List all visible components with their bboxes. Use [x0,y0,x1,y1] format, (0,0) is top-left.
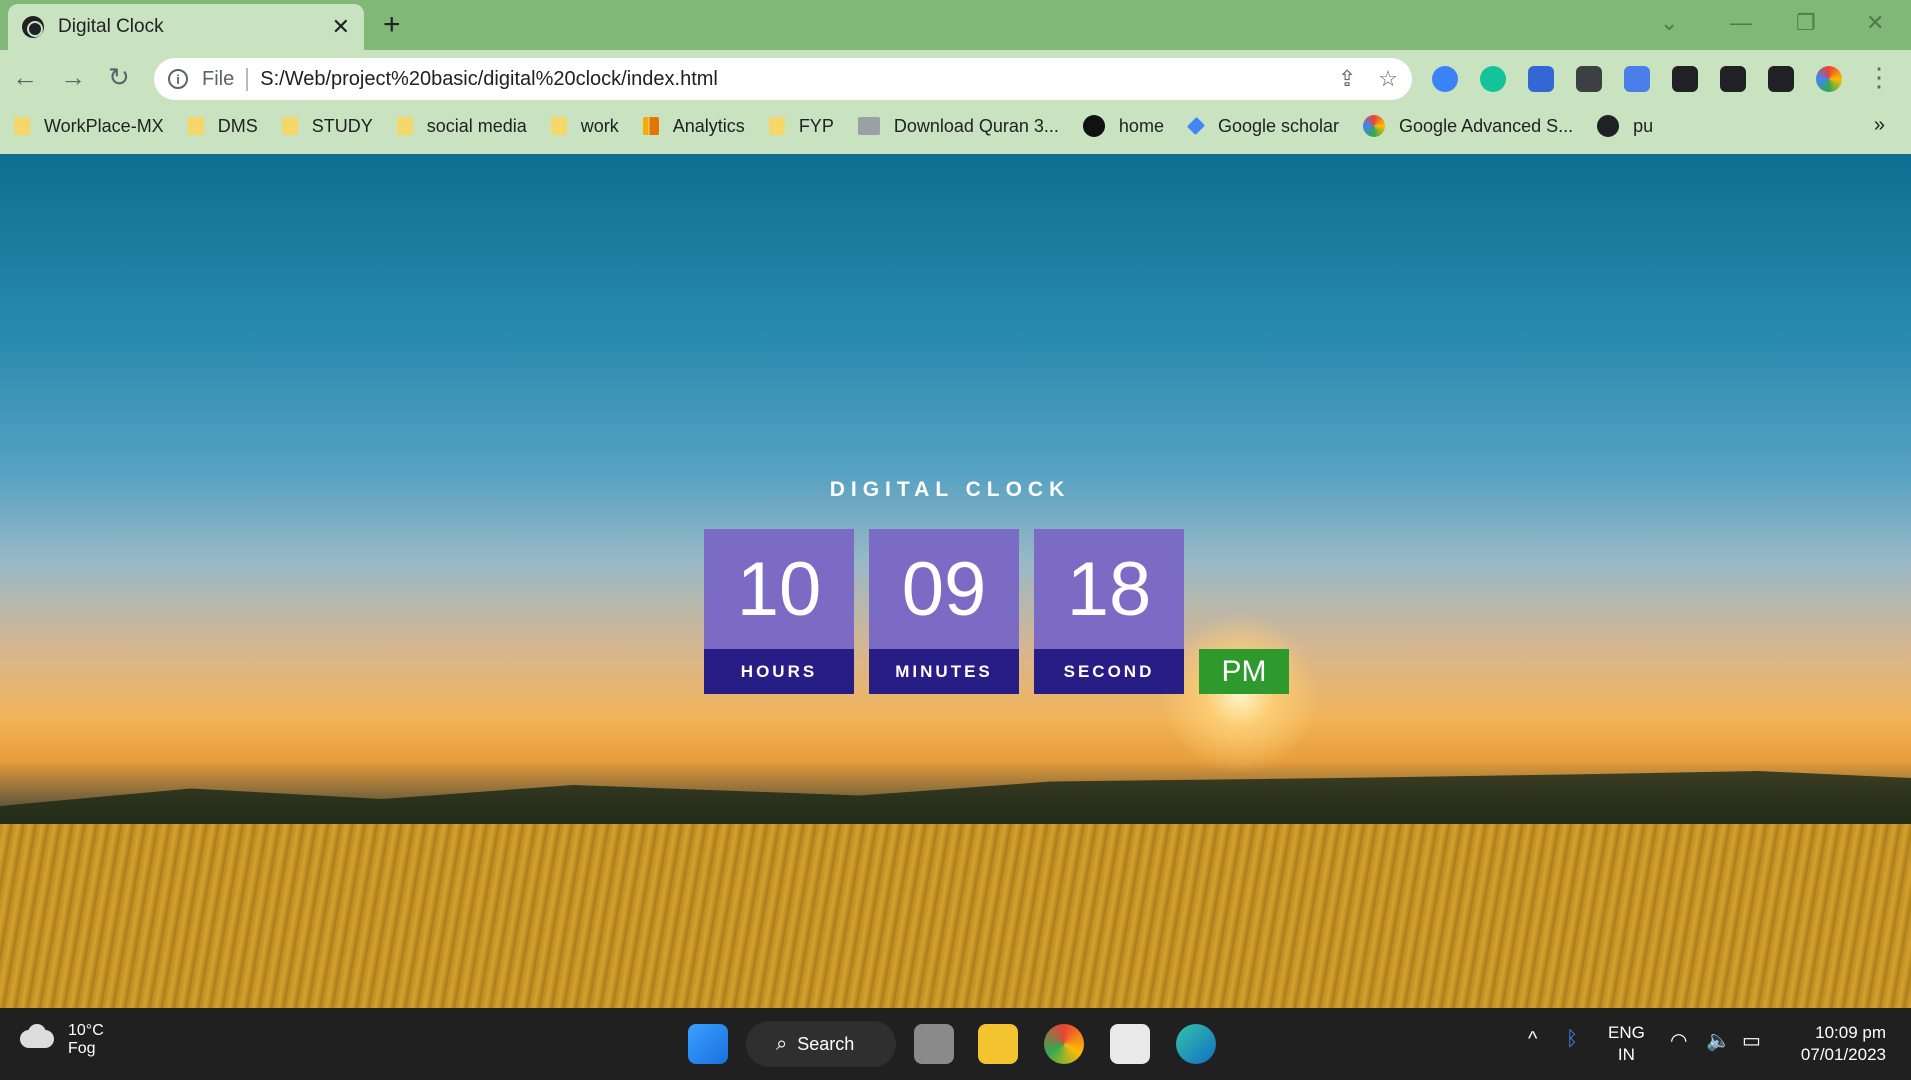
start-windows-icon[interactable] [688,1024,728,1064]
bookmarks-bar: WorkPlace-MX DMS STUDY social media work… [0,106,1911,146]
taskbar-search[interactable]: ⌕ Search [746,1021,896,1067]
google-icon [1363,115,1386,137]
side-panel-icon[interactable] [1768,66,1794,92]
scheme-label: File [202,67,249,91]
clock-title: DIGITAL CLOCK [829,478,1071,501]
menu-kebab-icon[interactable]: ⋮ [1866,62,1892,93]
close-window-icon[interactable]: ✕ [1866,10,1884,36]
info-icon[interactable]: i [168,69,188,89]
grammarly-icon[interactable] [1480,66,1506,92]
extensions-puzzle-icon[interactable] [1672,66,1698,92]
bookmark-item[interactable]: DMS [187,116,258,137]
close-tab-icon[interactable]: ✕ [332,14,350,40]
tab-strip: Digital Clock ✕ + ⌄ — ❐ ✕ [0,0,1911,50]
home-site-icon [1082,115,1105,137]
taskbar: 10°C Fog ⌕ Search ^ ᛒ ENG IN ◠ 🔈 ▭ 10:09… [0,1008,1911,1080]
bookmark-item[interactable]: Analytics [642,116,745,137]
bookmark-item[interactable]: FYP [768,116,834,137]
clock-date-area[interactable]: 10:09 pm 07/01/2023 [1786,1022,1886,1066]
tab-search-icon[interactable]: ⌄ [1660,10,1678,36]
bookmarks-overflow-button[interactable]: » [1874,114,1885,137]
back-arrow-icon[interactable]: ← [12,62,38,93]
weather-desc: Fog [68,1040,96,1057]
share-icon[interactable]: ⇪ [1338,66,1356,92]
chevron-up-icon[interactable]: ^ [1528,1028,1537,1051]
active-tab[interactable]: Digital Clock ✕ [8,4,364,50]
new-tab-button[interactable]: + [383,8,401,42]
profile-avatar-icon[interactable] [1816,66,1842,92]
folder-icon [14,117,30,135]
folder-icon [187,117,204,135]
search-icon: ⌕ [776,1032,788,1055]
sun-glow [1160,614,1320,774]
edge-icon[interactable] [1176,1024,1216,1064]
minutes-value: 09 [869,529,1019,649]
hours-label: HOURS [704,649,854,694]
taskbar-date: 07/01/2023 [1800,1045,1886,1064]
minutes-label: MINUTES [869,649,1019,694]
folder-icon [768,117,785,135]
address-bar[interactable]: i File S:/Web/project%20basic/digital%20… [154,58,1412,100]
volume-icon[interactable]: 🔈 [1706,1028,1731,1053]
task-view-icon[interactable] [914,1024,954,1064]
url-text[interactable]: S:/Web/project%20basic/digital%20clock/i… [260,68,1316,91]
snipping-tool-icon[interactable] [1110,1024,1150,1064]
bookmark-star-icon[interactable]: ☆ [1378,66,1398,92]
quran-icon [857,117,880,135]
cloud-icon [16,1024,56,1056]
battery-icon[interactable]: ▭ [1742,1028,1761,1053]
minutes-box: 09 MINUTES [869,529,1019,694]
hours-box: 10 HOURS [704,529,854,694]
forward-arrow-icon[interactable]: → [60,62,86,93]
weather-widget[interactable]: 10°C Fog [16,1022,104,1058]
bookmark-item[interactable]: Google Advanced S... [1363,115,1573,137]
bookmark-item[interactable]: Google scholar [1186,116,1339,137]
folder-icon [396,117,413,135]
folder-icon [281,117,298,135]
weather-temp: 10°C [68,1022,104,1039]
reload-icon[interactable]: ↻ [108,62,130,93]
bookmark-item[interactable]: home [1082,115,1164,137]
chrome-icon[interactable] [1044,1024,1084,1064]
restore-icon[interactable]: ❐ [1796,10,1816,36]
bluetooth-icon[interactable]: ᛒ [1566,1028,1578,1051]
reading-list-icon[interactable] [1720,66,1746,92]
seconds-label: SECOND [1034,649,1184,694]
bookmark-item[interactable]: work [550,116,619,137]
hours-value: 10 [704,529,854,649]
bookmark-item[interactable]: Download Quran 3... [857,116,1059,137]
analytics-icon [642,117,659,135]
file-explorer-icon[interactable] [978,1024,1018,1064]
taskbar-time: 10:09 pm [1815,1023,1886,1042]
extension-edge-icon[interactable] [1432,66,1458,92]
bookmark-item[interactable]: social media [396,116,527,137]
translate-icon[interactable] [1624,66,1650,92]
language-indicator[interactable]: ENG IN [1608,1022,1645,1066]
bookmark-item[interactable]: pu [1597,115,1653,137]
tab-title: Digital Clock [58,16,164,37]
bookmark-item[interactable]: WorkPlace-MX [14,116,164,137]
globe-icon [1597,115,1620,137]
globe-icon [22,16,44,38]
seconds-value: 18 [1034,529,1184,649]
folder-icon [550,117,567,135]
wheat-field [0,824,1911,1008]
search-label: Search [797,1033,855,1054]
scholar-icon [1186,116,1205,136]
bookmark-item[interactable]: STUDY [281,116,373,137]
ampm-badge: PM [1199,649,1289,694]
seconds-box: 18 SECOND [1034,529,1184,694]
screen-capture-icon[interactable] [1528,66,1554,92]
minimize-icon[interactable]: — [1730,10,1752,36]
wifi-icon[interactable]: ◠ [1670,1028,1687,1053]
extension-diamond-icon[interactable] [1576,66,1602,92]
